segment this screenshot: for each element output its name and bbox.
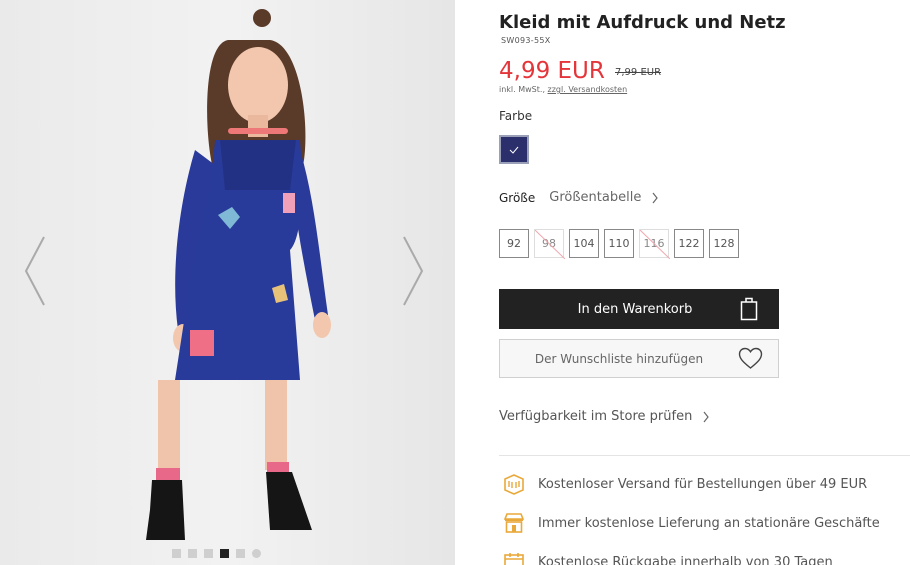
- gallery-dot[interactable]: [188, 549, 197, 558]
- unavailable-strike-icon: [535, 230, 565, 259]
- size-header: Größe Größentabelle: [499, 190, 659, 205]
- gallery-dot[interactable]: [236, 549, 245, 558]
- size-option-92[interactable]: 92: [499, 229, 529, 258]
- calendar-icon: [504, 553, 524, 565]
- size-label: Größe: [499, 190, 536, 205]
- unavailable-strike-icon: [640, 230, 670, 259]
- product-gallery: [0, 0, 455, 565]
- size-option-128[interactable]: 128: [709, 229, 739, 258]
- size-options: 92 98 104 110 116 122 128: [499, 229, 739, 259]
- size-option-104[interactable]: 104: [569, 229, 599, 258]
- product-sku: SW093-55X: [501, 36, 551, 45]
- check-store-availability-label: Verfügbarkeit im Store prüfen: [499, 409, 693, 424]
- size-option-116-unavailable[interactable]: 116: [639, 229, 670, 259]
- chevron-right-icon: [703, 411, 710, 422]
- store-icon: [503, 513, 525, 533]
- size-option-122[interactable]: 122: [674, 229, 704, 258]
- color-label: Farbe: [499, 109, 533, 123]
- delivery-box-icon: [504, 474, 524, 495]
- current-price: 4,99 EUR: [499, 58, 605, 84]
- shipping-costs-link[interactable]: zzgl. Versandkosten: [548, 85, 628, 94]
- size-option-110[interactable]: 110: [604, 229, 634, 258]
- gallery-dot-video[interactable]: [252, 549, 261, 558]
- section-divider: [499, 455, 910, 456]
- size-guide-link[interactable]: Größentabelle: [549, 190, 641, 205]
- gallery-dot[interactable]: [172, 549, 181, 558]
- add-to-cart-button[interactable]: In den Warenkorb: [499, 289, 779, 329]
- benefit-free-shipping: Kostenloser Versand für Bestellungen übe…: [502, 472, 867, 496]
- benefit-store-delivery: Immer kostenlose Lieferung an stationäre…: [502, 511, 880, 535]
- product-photo: [0, 0, 455, 565]
- previous-image-arrow-icon[interactable]: [22, 235, 48, 307]
- chevron-right-icon: [652, 192, 659, 203]
- add-to-wishlist-label: Der Wunschliste hinzufügen: [534, 351, 704, 366]
- add-to-cart-label: In den Warenkorb: [577, 301, 693, 317]
- next-image-arrow-icon[interactable]: [400, 235, 426, 307]
- checkmark-icon: [509, 146, 519, 154]
- tax-note: inkl. MwSt., zzgl. Versandkosten: [499, 85, 627, 94]
- check-store-availability-link[interactable]: Verfügbarkeit im Store prüfen: [499, 409, 710, 424]
- product-title: Kleid mit Aufdruck und Netz: [499, 12, 786, 33]
- benefit-text: Immer kostenlose Lieferung an stationäre…: [538, 515, 880, 531]
- benefit-text: Kostenloser Versand für Bestellungen übe…: [538, 476, 868, 492]
- gallery-dot[interactable]: [204, 549, 213, 558]
- gallery-thumbnail-indicators: [172, 549, 261, 558]
- old-price: 7,99 EUR: [615, 67, 662, 78]
- benefit-text: Kostenlose Rückgabe innerhalb von 30 Tag…: [538, 554, 833, 565]
- gallery-dot-active[interactable]: [220, 549, 229, 558]
- color-swatch-navy[interactable]: [499, 135, 529, 164]
- tax-included-text: inkl. MwSt.,: [499, 85, 548, 94]
- size-option-98-unavailable[interactable]: 98: [534, 229, 565, 259]
- shopping-bag-icon: [740, 297, 758, 321]
- heart-icon: [738, 347, 763, 369]
- add-to-wishlist-button[interactable]: Der Wunschliste hinzufügen: [499, 339, 779, 378]
- benefit-free-returns: Kostenlose Rückgabe innerhalb von 30 Tag…: [502, 550, 833, 565]
